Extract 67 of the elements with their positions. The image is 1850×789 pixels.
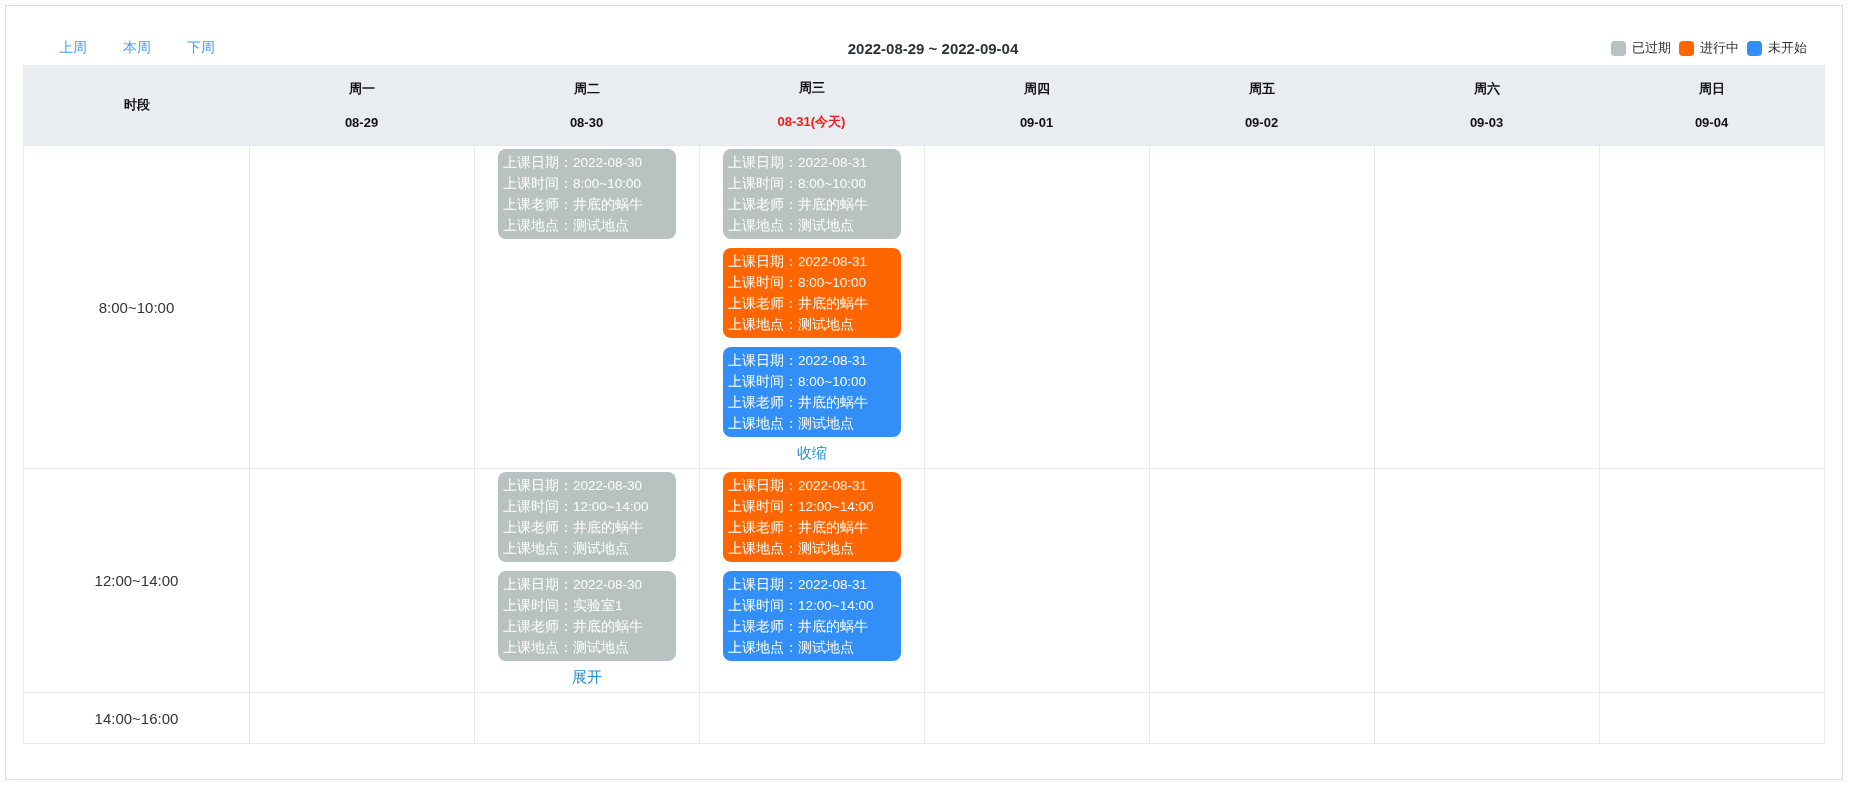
week-link[interactable]: 上周 — [59, 39, 87, 57]
date-header: 09-03 — [1469, 115, 1504, 131]
card-line: 上课地点：测试地点 — [728, 639, 855, 657]
card-line: 上课老师：井底的蜗牛 — [728, 519, 869, 537]
card-line: 上课地点：测试地点 — [728, 217, 855, 235]
column-header: 时段 — [123, 96, 150, 114]
date-header: 09-02 — [1244, 115, 1279, 131]
class-card[interactable]: 上课日期：2022-08-31 上课时间：12:00~14:00 上课老师：井底的蜗牛 上课地点：测试地点 — [723, 571, 901, 661]
card-line: 上课日期：2022-08-31 — [728, 154, 869, 172]
weekday-header: 周日 — [1698, 79, 1725, 98]
card-line: 上课日期：2022-08-31 — [728, 477, 869, 495]
weekday-header: 周二 — [573, 79, 600, 98]
class-card[interactable]: 上课日期：2022-08-31 上课时间：8:00~10:00 上课老师：井底的蜗牛 上课地点：测试地点 — [723, 347, 901, 437]
card-line: 上课老师：井底的蜗牛 — [503, 196, 644, 214]
card-line: 上课地点：测试地点 — [503, 540, 630, 558]
card-line: 上课时间：12:00~14:00 — [728, 498, 875, 516]
class-card[interactable]: 上课日期：2022-08-31 上课时间：8:00~10:00 上课老师：井底的蜗牛 上课地点：测试地点 — [723, 149, 901, 239]
card-line: 上课地点：测试地点 — [728, 316, 855, 334]
card-line: 上课日期：2022-08-30 — [503, 154, 644, 172]
legend-label: 进行中 — [1700, 39, 1739, 57]
time-slot: 12:00~14:00 — [94, 572, 179, 589]
card-line: 上课老师：井底的蜗牛 — [728, 394, 869, 412]
card-line: 上课时间：8:00~10:00 — [728, 274, 867, 292]
card-line: 上课日期：2022-08-31 — [728, 576, 869, 594]
weekday-header: 周三 — [798, 79, 825, 97]
card-line: 上课老师：井底的蜗牛 — [728, 618, 869, 636]
date-range: 2022-08-29 ~ 2022-09-04 — [846, 40, 1020, 57]
class-card[interactable]: 上课日期：2022-08-31 上课时间：8:00~10:00 上课老师：井底的蜗牛 上课地点：测试地点 — [723, 248, 901, 338]
legend-label: 未开始 — [1768, 39, 1807, 57]
card-line: 上课老师：井底的蜗牛 — [728, 295, 869, 313]
card-line: 上课时间：8:00~10:00 — [728, 175, 867, 193]
card-line: 上课时间：8:00~10:00 — [728, 373, 867, 391]
card-line: 上课时间：8:00~10:00 — [503, 175, 642, 193]
class-card[interactable]: 上课日期：2022-08-31 上课时间：12:00~14:00 上课老师：井底的蜗牛 上课地点：测试地点 — [723, 472, 901, 562]
legend-label: 已过期 — [1632, 39, 1671, 57]
week-link[interactable]: 本周 — [123, 39, 151, 57]
date-header: 08-31(今天) — [777, 113, 846, 131]
weekday-header: 周六 — [1473, 79, 1500, 98]
card-line: 上课日期：2022-08-30 — [503, 477, 644, 495]
card-line: 上课时间：12:00~14:00 — [728, 597, 875, 615]
card-line: 上课老师：井底的蜗牛 — [503, 519, 644, 537]
card-line: 上课日期：2022-08-31 — [728, 253, 869, 271]
card-line: 上课地点：测试地点 — [728, 540, 855, 558]
card-line: 上课日期：2022-08-31 — [728, 352, 869, 370]
card-line: 上课地点：测试地点 — [503, 639, 630, 657]
time-slot: 8:00~10:00 — [98, 298, 175, 316]
card-line: 上课时间：实验室1 — [503, 597, 624, 615]
card-line: 上课老师：井底的蜗牛 — [728, 196, 869, 214]
card-line: 上课日期：2022-08-30 — [503, 576, 644, 594]
card-line: 上课时间：12:00~14:00 — [503, 498, 650, 516]
class-card[interactable]: 上课日期：2022-08-30 上课时间：实验室1 上课老师：井底的蜗牛 上课地点：测试地点 — [498, 571, 676, 661]
toggle-link[interactable]: 收缩 — [797, 444, 827, 463]
card-line: 上课老师：井底的蜗牛 — [503, 618, 644, 636]
date-header: 08-30 — [569, 115, 604, 131]
toggle-link[interactable]: 展开 — [572, 668, 602, 687]
time-slot: 14:00~16:00 — [94, 709, 179, 727]
date-header: 09-04 — [1694, 115, 1729, 131]
card-line: 上课地点：测试地点 — [503, 217, 630, 235]
weekday-header: 周四 — [1023, 79, 1050, 98]
class-card[interactable]: 上课日期：2022-08-30 上课时间：12:00~14:00 上课老师：井底的蜗牛 上课地点：测试地点 — [498, 472, 676, 562]
class-card[interactable]: 上课日期：2022-08-30 上课时间：8:00~10:00 上课老师：井底的蜗牛 上课地点：测试地点 — [498, 149, 676, 239]
weekday-header: 周一 — [348, 79, 375, 98]
week-link[interactable]: 下周 — [187, 39, 215, 57]
card-line: 上课地点：测试地点 — [728, 415, 855, 433]
date-header: 09-01 — [1019, 115, 1054, 131]
weekday-header: 周五 — [1248, 79, 1275, 98]
date-header: 08-29 — [344, 115, 379, 131]
